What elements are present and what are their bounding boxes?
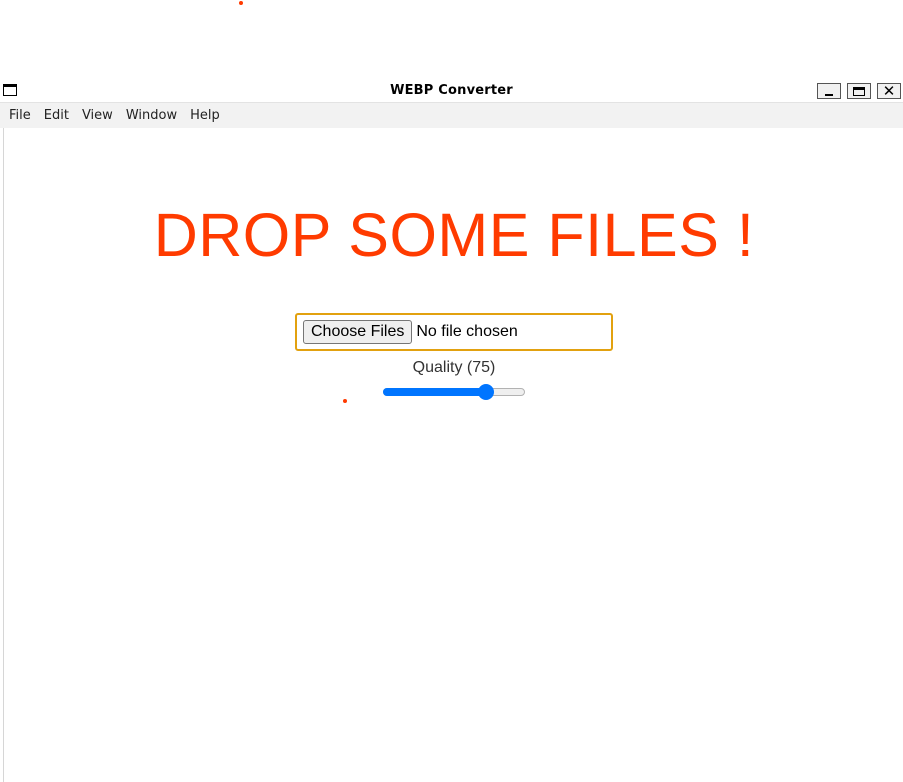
menu-edit[interactable]: Edit [37,103,75,128]
drop-zone[interactable]: DROP SOME FILES ! Choose Files No file c… [3,128,903,782]
stray-dot [343,399,347,403]
slider-thumb[interactable] [477,384,494,400]
minimize-button[interactable] [817,83,841,99]
choose-files-button[interactable]: Choose Files [303,320,413,344]
window-title: WEBP Converter [390,83,513,98]
minimize-icon [825,93,833,96]
file-input[interactable]: Choose Files No file chosen [295,313,613,351]
stray-dot [239,1,243,5]
drop-headline: DROP SOME FILES ! [153,201,755,269]
app-window: WEBP Converter ✕ File Edit View Window H… [0,80,903,782]
quality-slider[interactable] [383,384,525,400]
quality-label: Quality (75) [412,359,496,376]
slider-fill [383,388,486,396]
file-status-text: No file chosen [416,323,518,340]
maximize-button[interactable] [847,83,871,99]
menu-view[interactable]: View [75,103,119,128]
maximize-icon [853,86,865,96]
menu-file[interactable]: File [0,103,37,128]
menu-bar: File Edit View Window Help [0,103,903,128]
title-bar[interactable]: WEBP Converter ✕ [0,80,903,103]
menu-window[interactable]: Window [119,103,183,128]
close-button[interactable]: ✕ [877,83,901,99]
close-icon: ✕ [882,82,896,100]
menu-help[interactable]: Help [183,103,226,128]
